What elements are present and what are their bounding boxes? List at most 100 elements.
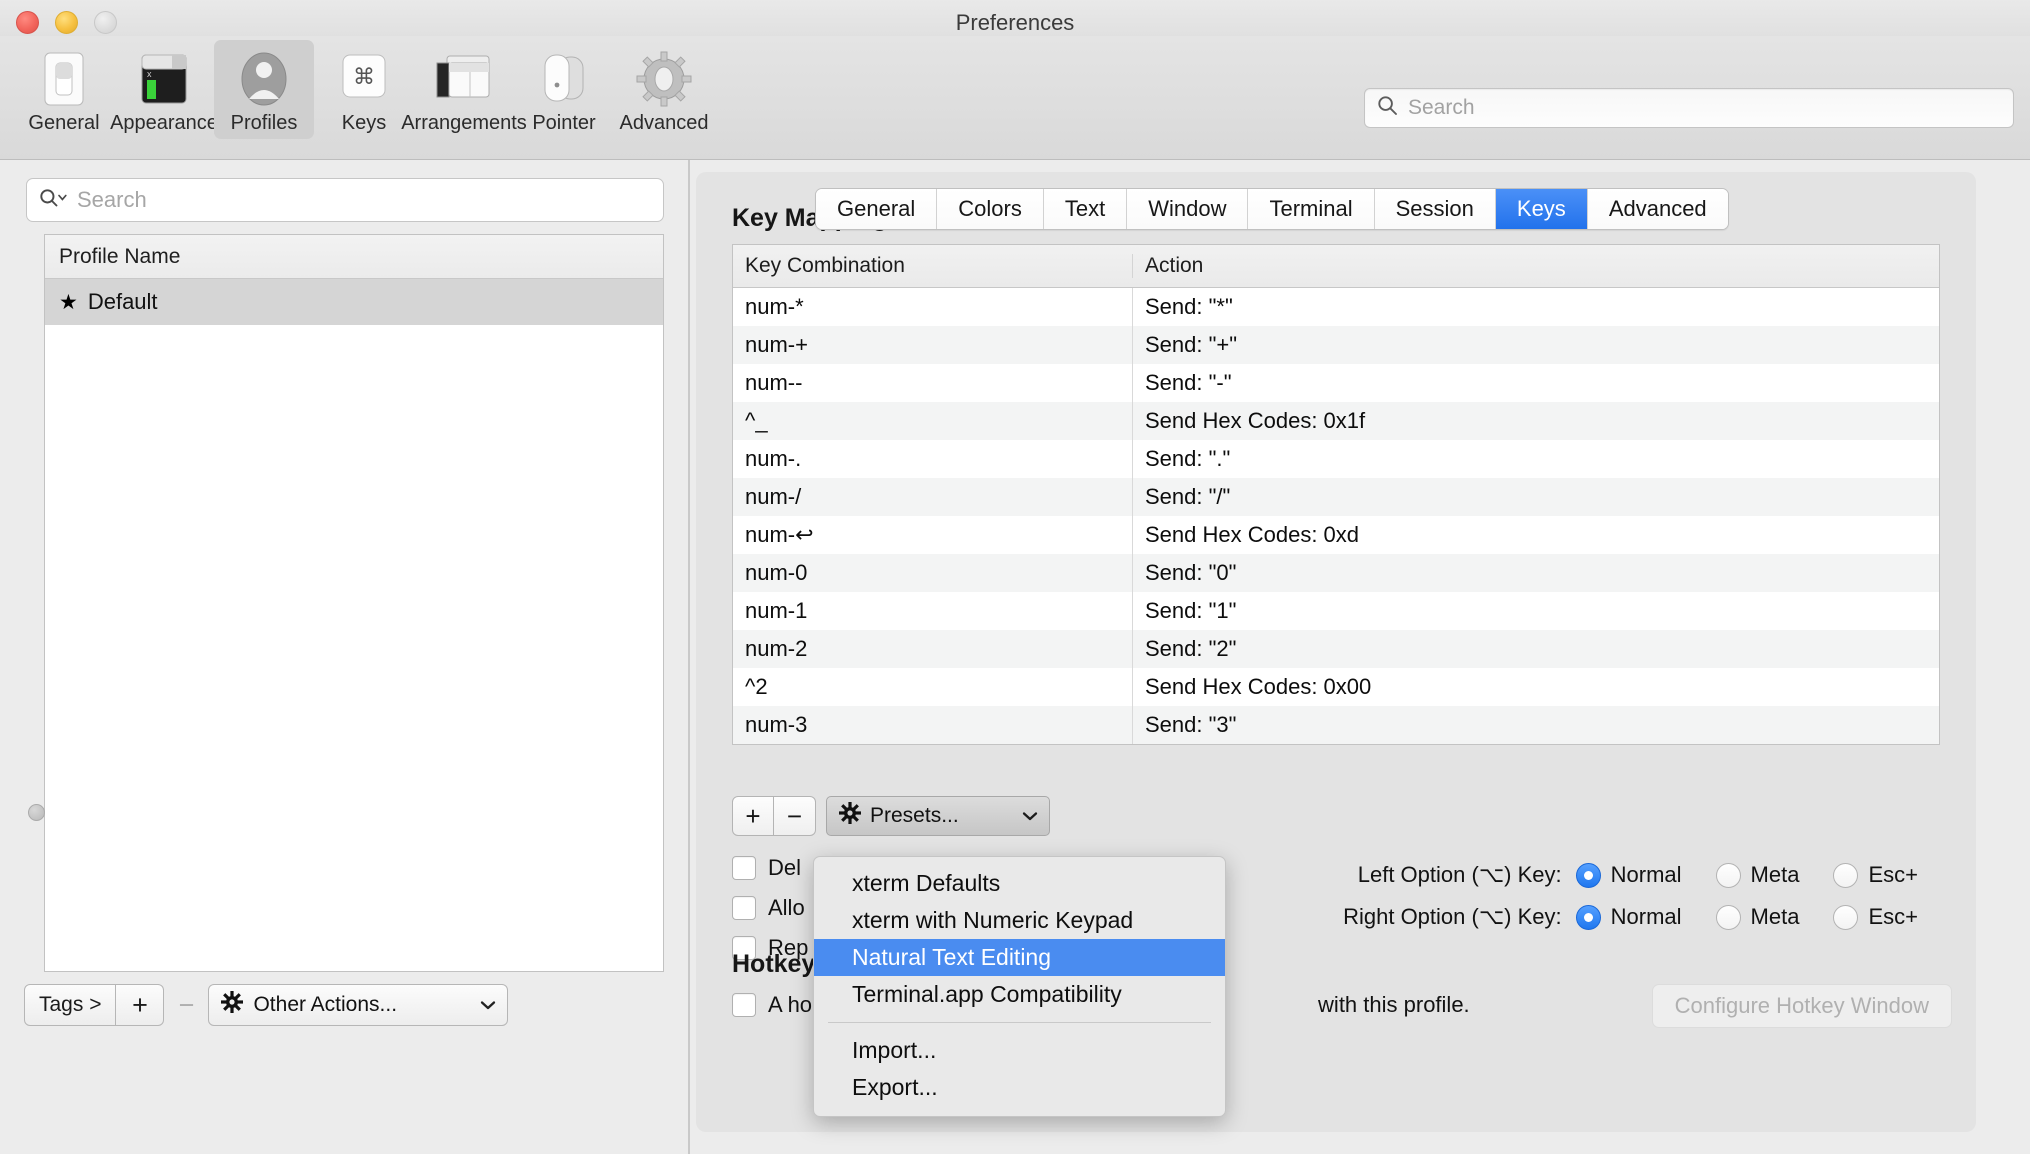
tab-advanced[interactable]: Advanced (1587, 189, 1728, 229)
checkbox-row[interactable]: Del (732, 848, 808, 888)
svg-text:⌘: ⌘ (353, 64, 375, 89)
tab-window[interactable]: Window (1127, 189, 1249, 229)
toolbar-label: Advanced (619, 112, 709, 134)
table-row[interactable]: num-1 Send: "1" (733, 592, 1939, 630)
radio-icon[interactable] (1575, 862, 1601, 888)
table-row[interactable]: ^_ Send Hex Codes: 0x1f (733, 402, 1939, 440)
left-option-meta[interactable]: Meta (1715, 862, 1800, 888)
menu-item-natural-text-editing[interactable]: Natural Text Editing (814, 939, 1225, 976)
general-icon (41, 48, 87, 110)
toolbar-label: Profiles (230, 112, 298, 134)
key-combination: ^2 (733, 668, 1133, 706)
key-combination: num-2 (733, 630, 1133, 668)
right-option-meta[interactable]: Meta (1715, 904, 1799, 930)
remove-mapping-button[interactable]: − (774, 796, 816, 836)
table-row[interactable]: num-* Send: "*" (733, 288, 1939, 326)
table-row[interactable]: num-↩ Send Hex Codes: 0xd (733, 516, 1939, 554)
checkbox-row[interactable]: Allo (732, 888, 808, 928)
key-combination: num-* (733, 288, 1133, 326)
menu-separator (828, 1022, 1211, 1023)
key-combination: num-1 (733, 592, 1133, 630)
menu-item-xterm-defaults[interactable]: xterm Defaults (814, 865, 1225, 902)
profile-name: Default (87, 289, 158, 314)
toolbar-label: Arrangements (401, 112, 527, 134)
radio-icon[interactable] (1833, 862, 1859, 888)
menu-item-terminal-app-compatibility[interactable]: Terminal.app Compatibility (814, 976, 1225, 1013)
left-option-esc[interactable]: Esc+ (1833, 862, 1918, 888)
toolbar-search-field[interactable]: Search (1364, 88, 2014, 128)
tab-session[interactable]: Session (1374, 189, 1496, 229)
sidebar-resize-handle[interactable] (28, 804, 45, 821)
key-mapping-tools: + − Presets... (732, 796, 1050, 836)
hotkey-checkbox-label: A ho (768, 992, 813, 1017)
toolbar-item-advanced[interactable]: Advanced (614, 40, 714, 139)
menu-item-export[interactable]: Export... (814, 1069, 1225, 1106)
remove-profile-button: − (178, 989, 195, 1020)
toolbar-label: Appearance (110, 112, 218, 134)
table-row[interactable]: ★ Default (45, 279, 663, 325)
radio-icon[interactable] (1575, 904, 1601, 930)
action: Send: "/" (1145, 484, 1231, 509)
right-option-esc[interactable]: Esc+ (1833, 904, 1918, 930)
table-row[interactable]: num-0 Send: "0" (733, 554, 1939, 592)
pointer-icon (537, 48, 591, 110)
tab-general[interactable]: General (816, 189, 938, 229)
radio-icon[interactable] (1715, 862, 1741, 888)
advanced-icon (636, 48, 692, 110)
preferences-toolbar: General x Appearance Profiles ⌘ Keys Arr… (0, 36, 2030, 160)
profiles-sidebar: Search Profile Name ★ Default Tags > + − (0, 160, 690, 1154)
hotkey-trailing-text: with this profile. (1318, 992, 1470, 1017)
right-option-key-row: Right Option (⌥) Key: Normal Meta Esc+ (1312, 896, 1952, 938)
menu-item-import[interactable]: Import... (814, 1032, 1225, 1069)
action: Send: "-" (1145, 370, 1232, 395)
action: Send Hex Codes: 0xd (1145, 522, 1360, 547)
left-option-normal[interactable]: Normal (1575, 862, 1682, 888)
table-row[interactable]: num-3 Send: "3" (733, 706, 1939, 744)
appearance-icon: x (138, 48, 190, 110)
toolbar-search-placeholder: Search (1408, 96, 1475, 119)
add-mapping-button[interactable]: + (732, 796, 774, 836)
radio-icon[interactable] (1715, 904, 1741, 930)
tab-colors[interactable]: Colors (937, 189, 1044, 229)
right-option-normal[interactable]: Normal (1575, 904, 1682, 930)
toolbar-item-keys[interactable]: ⌘ Keys (314, 40, 414, 139)
radio-label: Esc+ (1868, 862, 1918, 887)
table-row[interactable]: ^2 Send Hex Codes: 0x00 (733, 668, 1939, 706)
profile-search-input[interactable]: Search (26, 178, 664, 222)
tab-text[interactable]: Text (1043, 189, 1128, 229)
profile-table-header: Profile Name (45, 235, 663, 279)
tags-button[interactable]: Tags > (24, 984, 117, 1026)
menu-item-xterm-numeric-keypad[interactable]: xterm with Numeric Keypad (814, 902, 1225, 939)
checkbox-delete[interactable] (732, 856, 756, 880)
checkbox-hotkey[interactable] (732, 993, 756, 1017)
presets-popup-button[interactable]: Presets... (826, 796, 1050, 836)
table-row[interactable]: num-/ Send: "/" (733, 478, 1939, 516)
table-row[interactable]: num-. Send: "." (733, 440, 1939, 478)
table-row[interactable]: num-+ Send: "+" (733, 326, 1939, 364)
other-actions-popup[interactable]: Other Actions... (208, 984, 509, 1026)
action: Send: "." (1145, 446, 1231, 471)
table-row[interactable]: num-- Send: "-" (733, 364, 1939, 402)
toolbar-item-profiles[interactable]: Profiles (214, 40, 314, 139)
key-combination: ^_ (733, 402, 1133, 440)
gear-icon (839, 802, 861, 830)
other-actions-label: Other Actions... (253, 993, 398, 1016)
checkbox-allow[interactable] (732, 896, 756, 920)
key-combination: num-- (733, 364, 1133, 402)
toolbar-item-arrangements[interactable]: Arrangements (401, 40, 527, 139)
tab-keys[interactable]: Keys (1495, 189, 1588, 229)
toolbar-label: Pointer (532, 112, 596, 134)
search-icon (1377, 95, 1398, 121)
table-row[interactable]: num-2 Send: "2" (733, 630, 1939, 668)
add-profile-button[interactable]: + (116, 984, 165, 1026)
search-scope-icon[interactable] (39, 188, 69, 213)
toolbar-item-appearance[interactable]: x Appearance (110, 40, 218, 139)
tab-terminal[interactable]: Terminal (1248, 189, 1375, 229)
radio-label: Meta (1750, 862, 1800, 887)
radio-icon[interactable] (1833, 904, 1859, 930)
toolbar-item-pointer[interactable]: Pointer (514, 40, 614, 139)
hotkey-section-title: Hotkey (732, 950, 816, 978)
profile-table: Profile Name ★ Default (44, 234, 664, 972)
toolbar-item-general[interactable]: General (14, 40, 114, 139)
keys-icon: ⌘ (339, 48, 389, 110)
